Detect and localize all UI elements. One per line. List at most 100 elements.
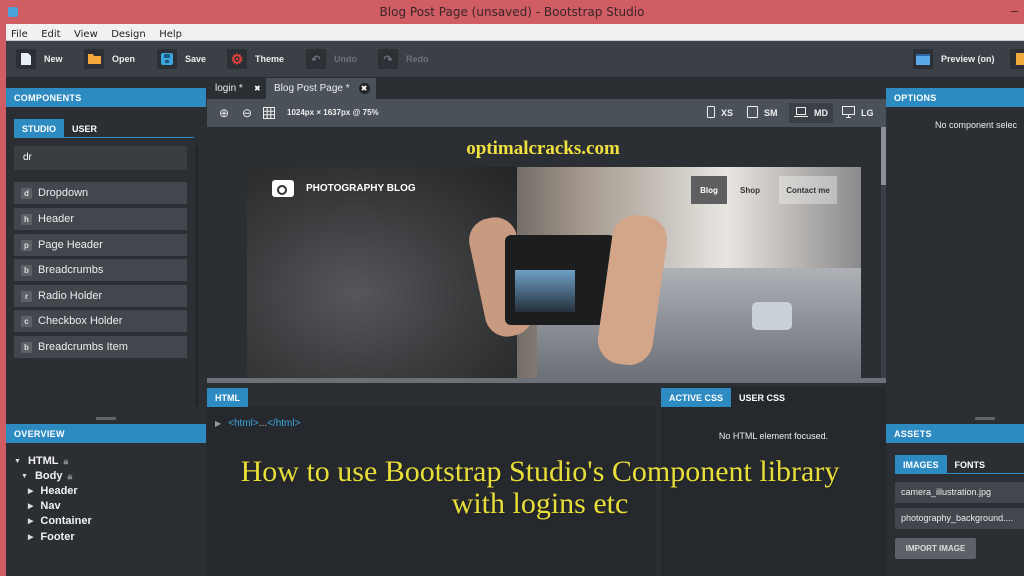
minimize-button[interactable]: – [1011,3,1018,18]
menu-file[interactable]: File [6,27,32,40]
component-item[interactable]: b Breadcrumbs Item [14,336,187,358]
tree-node-footer[interactable]: ▶ Footer [28,531,75,543]
breakpoint-label: XS [721,108,734,118]
nav-link-blog[interactable]: Blog [691,176,727,204]
component-search-input[interactable]: dr [14,146,187,170]
menu-bar: File Edit View Design Help [6,24,1024,41]
menu-view[interactable]: View [69,27,102,40]
doc-tab-blog-post-page[interactable]: Blog Post Page * ✖ [266,78,376,99]
laptop-icon [794,106,808,120]
tab-studio[interactable]: STUDIO [14,119,65,138]
menu-design[interactable]: Design [106,27,150,40]
html-node[interactable]: ▶ <html>...</html> [215,418,300,429]
redo-icon: ↷ [378,49,398,69]
redo-label: Redo [406,54,429,64]
css-tabs: ACTIVE CSS USER CSS [661,388,793,407]
component-item[interactable]: c Checkbox Holder [14,310,187,332]
zoom-in-icon[interactable]: ⊕ [217,106,231,120]
doc-tab-login[interactable]: login * ✖ [207,78,266,99]
window-title: Blog Post Page (unsaved) - Bootstrap Stu… [379,5,645,19]
caret-right-icon[interactable]: ▶ [215,419,221,428]
gear-icon: ⚙ [227,49,247,69]
nav-link-shop[interactable]: Shop [727,176,773,204]
caption-line-2: with logins etc [451,487,629,520]
options-header: OPTIONS [886,88,1024,107]
open-label: Open [112,54,136,64]
tree-node-header[interactable]: ▶ Header [28,485,78,497]
theme-button[interactable]: ⚙ Theme [227,48,284,70]
panel-resize-handle[interactable] [975,417,995,420]
caret-right-icon[interactable]: ▶ [28,533,33,541]
asset-file[interactable]: photography_background.... [895,508,1024,529]
tab-html[interactable]: HTML [207,388,248,407]
component-label: Checkbox Holder [38,315,123,327]
component-key-badge: b [21,341,32,353]
tree-node-nav[interactable]: ▶ Nav [28,500,61,512]
export-icon [1010,49,1024,69]
component-key-badge: p [21,239,32,251]
panel-resize-handle[interactable] [96,417,116,420]
undo-icon: ↶ [306,49,326,69]
breakpoint-xs[interactable]: XS [702,103,738,123]
tabs-divider [14,137,194,138]
grid-icon[interactable] [262,106,276,120]
tree-label: HTML [27,455,59,467]
tree-node-container[interactable]: ▶ Container [28,515,92,527]
new-button[interactable]: New [16,48,63,70]
document-tabs: login * ✖ Blog Post Page * ✖ [207,77,886,99]
canvas-toolbar: ⊕ ⊖ 1024px × 1637px @ 75% XS SM MD LG [207,99,886,127]
tab-active-css[interactable]: ACTIVE CSS [661,388,732,407]
caret-right-icon[interactable]: ▶ [28,502,33,510]
caret-right-icon[interactable]: ▶ [28,487,33,495]
tab-user[interactable]: USER [64,119,105,138]
new-file-icon [16,49,36,69]
tabs-divider [895,473,1024,474]
zoom-out-icon[interactable]: ⊖ [240,106,254,120]
tab-images[interactable]: IMAGES [895,455,947,474]
tab-user-css[interactable]: USER CSS [731,388,793,407]
tab-fonts[interactable]: FONTS [947,455,994,474]
overview-header: OVERVIEW [6,424,206,443]
nav-link-contact[interactable]: Contact me [779,176,837,204]
redo-button[interactable]: ↷ Redo [378,48,429,70]
component-item[interactable]: r Radio Holder [14,285,187,307]
phone-icon [707,106,715,120]
caret-down-icon[interactable]: ▼ [21,473,28,480]
tree-node-body[interactable]: ▼ Body 🔒︎ [21,470,72,482]
breakpoint-sm[interactable]: SM [742,103,783,123]
save-button[interactable]: Save [157,48,206,70]
tree-node-html[interactable]: ▼ HTML 🔒︎ [14,455,68,467]
component-item[interactable]: p Page Header [14,234,187,256]
breakpoint-lg[interactable]: LG [837,103,879,123]
title-bar: Blog Post Page (unsaved) - Bootstrap Stu… [0,0,1024,24]
close-icon[interactable]: ✖ [358,83,370,94]
tree-label: Body [34,470,63,482]
export-button[interactable] [1010,48,1024,70]
undo-label: Undo [334,54,357,64]
menu-edit[interactable]: Edit [36,27,64,40]
component-item[interactable]: d Dropdown [14,182,187,204]
asset-file[interactable]: camera_illustration.jpg [895,482,1024,503]
site-brand[interactable]: PHOTOGRAPHY BLOG [272,180,416,197]
html-open-tag: <html> [228,418,259,429]
undo-button[interactable]: ↶ Undo [306,48,357,70]
preview-button[interactable]: Preview (on) [913,48,995,70]
options-empty-message: No component selec [935,120,1018,130]
components-scrollbar[interactable] [195,146,199,406]
canvas-horizontal-scrollbar[interactable] [207,378,886,383]
camera-icon [272,180,294,197]
caret-right-icon[interactable]: ▶ [28,517,33,525]
component-label: Radio Holder [38,290,103,302]
close-icon[interactable]: ✖ [252,83,263,94]
caret-down-icon[interactable]: ▼ [14,458,21,465]
import-image-button[interactable]: IMPORT IMAGE [895,538,976,559]
overlay-caption: How to use Bootstrap Studio's Component … [190,456,890,520]
component-item[interactable]: h Header [14,208,187,230]
assets-header: ASSETS [886,424,1024,443]
new-label: New [44,54,63,64]
menu-help[interactable]: Help [154,27,186,40]
component-item[interactable]: b Breadcrumbs [14,259,187,281]
save-label: Save [185,54,207,64]
breakpoint-md[interactable]: MD [789,103,833,123]
open-button[interactable]: Open [84,48,135,70]
